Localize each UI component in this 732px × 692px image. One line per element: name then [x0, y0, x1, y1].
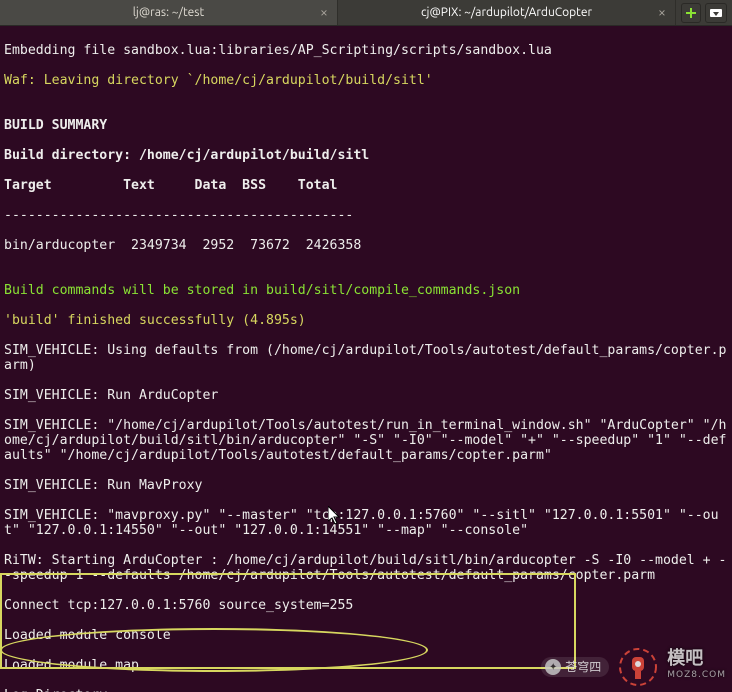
tab-right[interactable]: cj@PIX: ~/ardupilot/ArduCopter × [338, 0, 676, 25]
term-line: RiTW: Starting ArduCopter : /home/cj/ard… [4, 553, 728, 583]
close-icon[interactable]: × [317, 6, 331, 20]
term-line: Embedding file sandbox.lua:libraries/AP_… [4, 43, 728, 58]
term-line: Loaded module map [4, 658, 728, 673]
term-line: SIM_VEHICLE: "/home/cj/ardupilot/Tools/a… [4, 418, 728, 463]
terminal-output[interactable]: Embedding file sandbox.lua:libraries/AP_… [0, 26, 732, 692]
term-line: Loaded module console [4, 628, 728, 643]
term-line: Connect tcp:127.0.0.1:5760 source_system… [4, 598, 728, 613]
tab-menu-button[interactable] [705, 3, 727, 23]
term-line: ----------------------------------------… [4, 208, 728, 223]
tab-left[interactable]: lj@ras: ~/test × [0, 0, 338, 25]
term-line: Build commands will be stored in build/s… [4, 283, 728, 298]
term-line: SIM_VEHICLE: Using defaults from (/home/… [4, 343, 728, 373]
term-line: 'build' finished successfully (4.895s) [4, 313, 728, 328]
term-line: bin/arducopter 2349734 2952 73672 242635… [4, 238, 728, 253]
plus-icon [685, 7, 697, 19]
term-line: SIM_VEHICLE: Run ArduCopter [4, 388, 728, 403]
term-line: BUILD SUMMARY [4, 118, 728, 133]
term-line: SIM_VEHICLE: "mavproxy.py" "--master" "t… [4, 508, 728, 538]
chevron-down-icon [709, 8, 723, 18]
tab-right-title: cj@PIX: ~/ardupilot/ArduCopter [421, 5, 592, 20]
term-line: SIM_VEHICLE: Run MavProxy [4, 478, 728, 493]
tab-left-title: lj@ras: ~/test [133, 5, 204, 20]
add-tab-button[interactable] [681, 3, 701, 23]
annotation-rectangle [0, 573, 576, 669]
term-line: Waf: Leaving directory `/home/cj/ardupil… [4, 73, 728, 88]
term-line: Build directory: /home/cj/ardupilot/buil… [4, 148, 728, 163]
close-icon[interactable]: × [655, 6, 669, 20]
term-line: Log Directory: [4, 688, 728, 692]
tab-action-area [676, 0, 732, 25]
term-line: Target Text Data BSS Total [4, 178, 728, 193]
tab-bar: lj@ras: ~/test × cj@PIX: ~/ardupilot/Ard… [0, 0, 732, 26]
